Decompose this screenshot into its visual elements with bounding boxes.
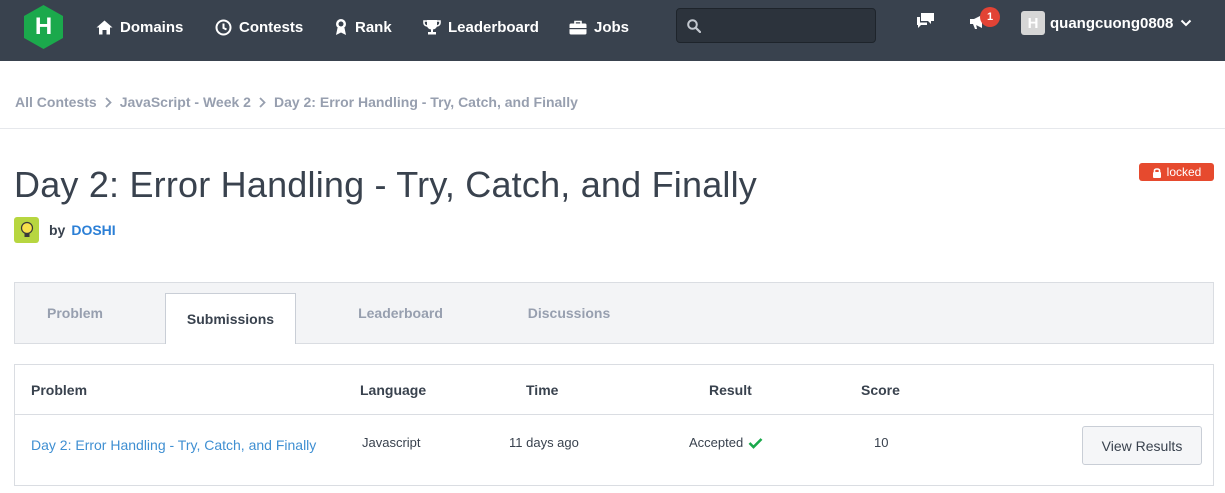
column-header-score: Score: [861, 382, 900, 398]
lightbulb-icon: [20, 221, 33, 237]
nav-label-jobs: Jobs: [594, 18, 630, 36]
chevron-right-icon: [105, 96, 112, 108]
result-label: Accepted: [689, 435, 744, 450]
logo-letter: H: [34, 13, 53, 40]
locked-label: locked: [1166, 165, 1202, 179]
tab-discussions[interactable]: Discussions: [505, 283, 633, 343]
challenge-tabs: Problem Submissions Leaderboard Discussi…: [14, 282, 1214, 344]
header-divider: [0, 128, 1225, 129]
table-header-divider: [15, 414, 1213, 415]
home-icon: [96, 20, 113, 34]
lock-icon: [1152, 167, 1161, 178]
chat-icon: [917, 13, 934, 28]
user-avatar: H: [1021, 11, 1045, 35]
nav-item-contests[interactable]: Contests: [215, 0, 303, 54]
tab-leaderboard[interactable]: Leaderboard: [336, 283, 465, 343]
submission-language: Javascript: [362, 435, 421, 450]
column-header-problem: Problem: [31, 382, 88, 398]
checkmark-icon: [748, 437, 763, 449]
submissions-table: Problem Language Time Result Score Day 2…: [14, 364, 1214, 486]
breadcrumb: All Contests JavaScript - Week 2 Day 2: …: [15, 93, 578, 111]
search-icon: [687, 19, 701, 33]
submission-score: 10: [874, 435, 889, 450]
chevron-down-icon: [1181, 19, 1192, 27]
breadcrumb-contest[interactable]: JavaScript - Week 2: [120, 94, 251, 110]
top-navbar: H Domains Contests Rank Leaderboard Jobs…: [0, 0, 1225, 61]
nav-item-jobs[interactable]: Jobs: [569, 0, 629, 54]
challenge-author: by DOSHI: [14, 216, 116, 243]
messages-button[interactable]: [916, 12, 935, 34]
column-header-language: Language: [360, 382, 427, 398]
user-menu[interactable]: H quangcuong0808: [1021, 11, 1192, 35]
page-title: Day 2: Error Handling - Try, Catch, and …: [14, 164, 758, 205]
nav-item-rank[interactable]: Rank: [334, 0, 392, 54]
trophy-icon: [423, 20, 441, 35]
breadcrumb-challenge[interactable]: Day 2: Error Handling - Try, Catch, and …: [274, 94, 578, 110]
clock-icon: [215, 19, 232, 35]
nav-label-domains: Domains: [120, 18, 184, 36]
author-by-label: by: [49, 221, 66, 238]
view-results-button[interactable]: View Results: [1082, 426, 1202, 465]
briefcase-icon: [569, 20, 587, 34]
hackerrank-logo[interactable]: H: [22, 4, 65, 50]
award-icon: [336, 19, 346, 35]
column-header-time: Time: [526, 382, 559, 398]
submission-problem-link[interactable]: Day 2: Error Handling - Try, Catch, and …: [31, 435, 321, 456]
locked-status-badge: locked: [1139, 163, 1214, 181]
tab-problem[interactable]: Problem: [15, 283, 135, 343]
search-input[interactable]: [709, 9, 869, 42]
tab-submissions[interactable]: Submissions: [165, 293, 296, 344]
submission-result: Accepted: [689, 435, 763, 450]
nav-label-rank: Rank: [355, 18, 392, 36]
nav-item-leaderboard[interactable]: Leaderboard: [423, 0, 539, 54]
search-box[interactable]: [676, 8, 876, 43]
breadcrumb-all-contests[interactable]: All Contests: [15, 94, 97, 110]
author-avatar[interactable]: [14, 216, 39, 243]
nav-item-domains[interactable]: Domains: [96, 0, 183, 54]
nav-label-contests: Contests: [239, 18, 304, 36]
chevron-right-icon: [259, 96, 266, 108]
notification-count-badge: 1: [980, 7, 1000, 27]
submission-time: 11 days ago: [509, 435, 579, 450]
author-link[interactable]: DOSHI: [71, 222, 115, 238]
nav-label-leaderboard: Leaderboard: [448, 18, 539, 36]
username: quangcuong0808: [1050, 14, 1174, 32]
column-header-result: Result: [709, 382, 752, 398]
